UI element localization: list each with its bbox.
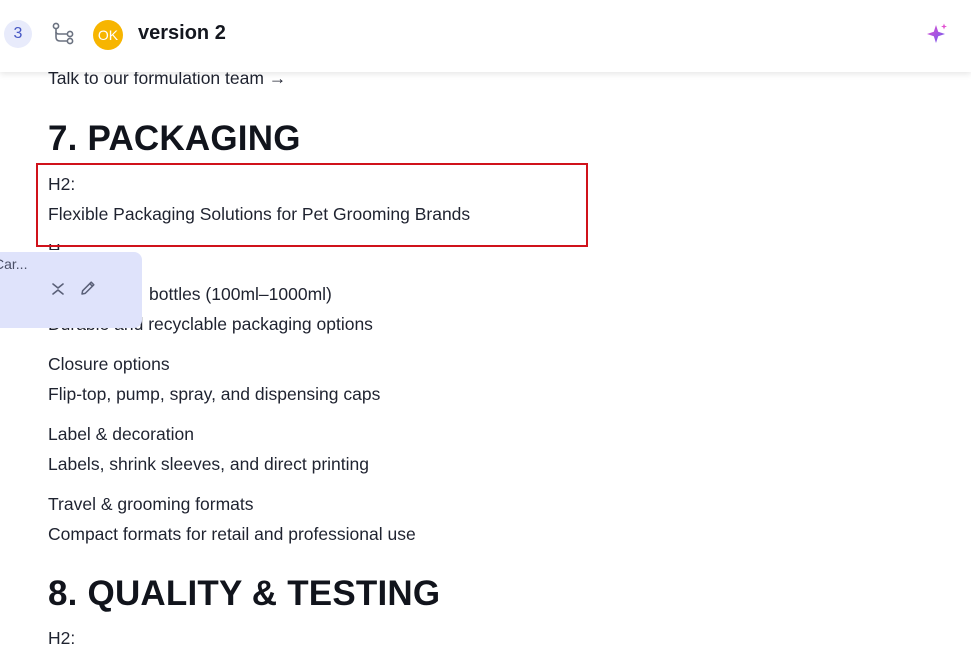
collapse-icon[interactable] bbox=[49, 280, 67, 298]
item3-desc: Labels, shrink sleeves, and direct print… bbox=[48, 454, 370, 474]
item4-title: Travel & grooming formats bbox=[48, 494, 254, 514]
item4-desc: Compact formats for retail and professio… bbox=[48, 524, 416, 544]
item2-desc: Flip-top, pump, spray, and dispensing ca… bbox=[48, 384, 381, 404]
item3-title: Label & decoration bbox=[48, 424, 194, 444]
edit-icon[interactable] bbox=[79, 279, 97, 297]
item2-title: Closure options bbox=[48, 354, 170, 374]
comment-card[interactable]: Car... bbox=[0, 252, 142, 328]
comment-count-badge[interactable]: 3 bbox=[4, 20, 32, 48]
h2-label-quality: H2: bbox=[48, 628, 76, 648]
branch-icon[interactable] bbox=[50, 21, 76, 47]
comment-preview: Car... bbox=[0, 256, 28, 272]
section-heading-quality: 8. QUALITY & TESTING bbox=[48, 574, 441, 613]
version-title: version 2 bbox=[138, 22, 226, 44]
sparkle-icon[interactable] bbox=[925, 22, 949, 46]
item1-title: bottles (100ml–1000ml) bbox=[149, 284, 332, 304]
top-toolbar: 3 OK version 2 bbox=[0, 0, 971, 72]
avatar[interactable]: OK bbox=[93, 20, 123, 50]
selection-highlight bbox=[36, 163, 588, 247]
section-heading-packaging: 7. PACKAGING bbox=[48, 119, 301, 158]
